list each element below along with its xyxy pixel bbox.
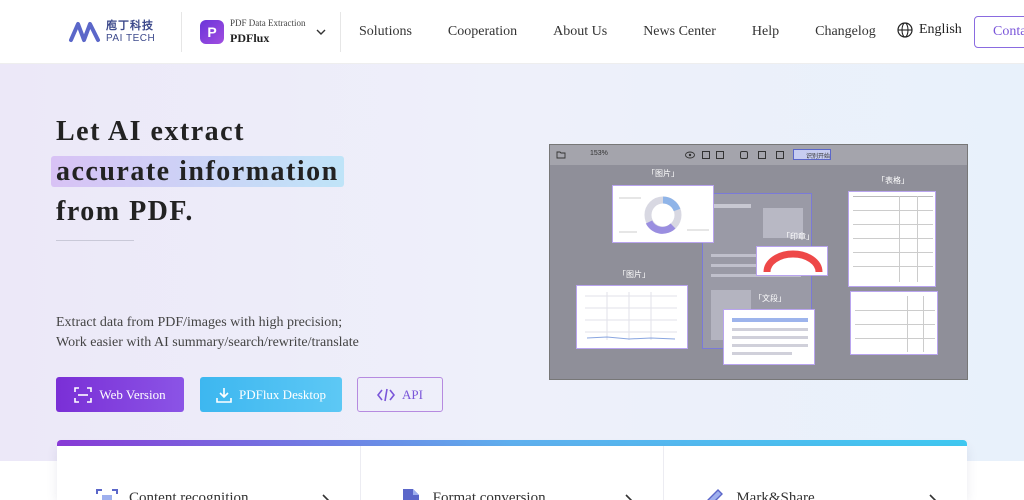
line-chart-card — [576, 285, 688, 349]
seal-card — [756, 246, 828, 276]
feature-label: Mark&Share — [736, 490, 815, 500]
pdflux-desktop-label: PDFlux Desktop — [238, 386, 327, 402]
toolbar-tool-icon — [776, 151, 784, 159]
chevron-right-icon — [322, 494, 329, 500]
preview-toolbar: 153% 识别开始 — [550, 145, 967, 165]
nav-cooperation[interactable]: Cooperation — [448, 24, 517, 40]
table-card — [848, 191, 936, 287]
globe-icon — [897, 22, 913, 38]
text-paragraph-card — [723, 309, 815, 365]
nav-help[interactable]: Help — [752, 24, 779, 40]
document-convert-icon — [402, 489, 419, 500]
brand-name-en: PAI TECH — [106, 33, 156, 44]
pdflux-icon: P — [200, 20, 224, 44]
seal-tag: 「印章」 — [782, 232, 814, 241]
nav-changelog[interactable]: Changelog — [815, 24, 876, 40]
zoom-level: 153% — [590, 150, 608, 157]
image-tag-2: 「图片」 — [618, 270, 650, 279]
main-menu: Solutions Cooperation About Us News Cent… — [359, 0, 912, 64]
feature-label: Format conversion — [432, 490, 546, 500]
product-preview-image: 153% 识别开始 「图片」 「表格」 「印章」 「图片」 「文段」 — [549, 144, 968, 380]
nav-about-us[interactable]: About Us — [553, 24, 607, 40]
toolbar-tool-icon — [702, 151, 710, 159]
headline-line-3: from PDF. — [56, 196, 194, 227]
api-button[interactable]: API — [357, 377, 443, 412]
download-icon — [216, 387, 232, 403]
product-name: PDFlux — [230, 30, 270, 45]
api-label: API — [402, 386, 423, 402]
code-icon — [377, 388, 396, 401]
contact-button[interactable]: Conta — [974, 16, 1024, 48]
nav-solutions[interactable]: Solutions — [359, 24, 412, 40]
donut-chart-card — [612, 185, 714, 243]
description-line-2: Work easier with AI summary/search/rewri… — [56, 335, 359, 350]
headline-highlight: accurate information — [51, 156, 344, 187]
folder-icon — [556, 151, 566, 159]
text-tag: 「文段」 — [754, 294, 786, 303]
table-card-2 — [850, 291, 938, 355]
chevron-down-icon — [316, 29, 325, 35]
chevron-right-icon — [929, 494, 937, 500]
description-line-1: Extract data from PDF/images with high p… — [56, 315, 343, 330]
toolbar-tool-icon — [758, 151, 766, 159]
language-switcher[interactable]: English — [897, 22, 962, 38]
line-chart-icon — [585, 292, 677, 340]
toolbar-tool-icon — [716, 151, 724, 159]
nav-divider — [181, 12, 182, 52]
pen-icon — [707, 489, 724, 500]
web-version-button[interactable]: Web Version — [56, 377, 184, 412]
chevron-right-icon — [625, 494, 633, 500]
web-version-label: Web Version — [99, 386, 166, 402]
features-panel: Content recognition Format conversion Ma… — [57, 446, 967, 500]
pdflux-desktop-button[interactable]: PDFlux Desktop — [200, 377, 342, 412]
hero-description: Extract data from PDF/images with high p… — [56, 313, 359, 353]
feature-content-recognition[interactable]: Content recognition — [57, 446, 361, 500]
image-tag-1: 「图片」 — [647, 169, 679, 178]
product-switcher[interactable]: P PDF Data Extraction PDFlux — [200, 16, 326, 48]
nav-divider — [340, 12, 341, 52]
headline-line-1: Let AI extract — [56, 116, 245, 147]
feature-label: Content recognition — [129, 490, 249, 500]
feature-mark-share[interactable]: Mark&Share — [664, 446, 967, 500]
feature-format-conversion[interactable]: Format conversion — [361, 446, 665, 500]
brand-logo[interactable]: 庖丁科技 PAI TECH — [68, 16, 155, 48]
scan-icon — [74, 386, 93, 403]
table-tag: 「表格」 — [877, 176, 909, 185]
hero-headline: Let AI extract accurate information from… — [51, 112, 344, 232]
seal-icon — [763, 250, 823, 273]
product-subtitle: PDF Data Extraction — [230, 17, 306, 28]
headline-divider — [56, 240, 134, 241]
recognize-label: 识别开始 — [806, 153, 831, 160]
eye-icon — [685, 151, 695, 159]
toolbar-tool-icon — [740, 151, 748, 159]
language-label: English — [919, 22, 962, 37]
brand-name-cn: 庖丁科技 — [106, 19, 154, 32]
top-nav: 庖丁科技 PAI TECH P PDF Data Extraction PDFl… — [0, 0, 1024, 64]
recognition-icon — [96, 489, 118, 500]
nav-news-center[interactable]: News Center — [643, 24, 716, 40]
logo-icon — [69, 22, 100, 42]
donut-chart-icon — [619, 196, 709, 234]
